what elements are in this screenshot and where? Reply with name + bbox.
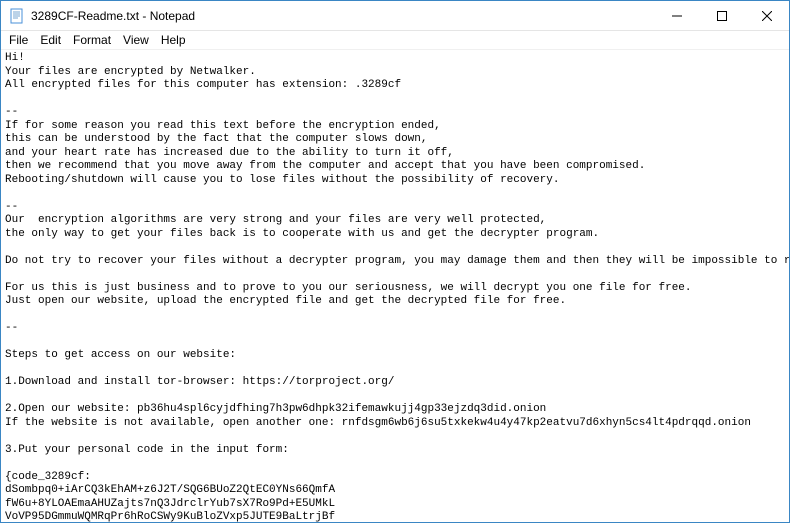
menu-format[interactable]: Format xyxy=(67,32,117,48)
menu-view[interactable]: View xyxy=(117,32,155,48)
menubar: File Edit Format View Help xyxy=(1,31,789,50)
maximize-button[interactable] xyxy=(699,1,744,30)
titlebar: 3289CF-Readme.txt - Notepad xyxy=(1,1,789,31)
close-button[interactable] xyxy=(744,1,789,30)
minimize-button[interactable] xyxy=(654,1,699,30)
menu-file[interactable]: File xyxy=(3,32,34,48)
notepad-window: 3289CF-Readme.txt - Notepad File Edit Fo… xyxy=(0,0,790,523)
menu-help[interactable]: Help xyxy=(155,32,192,48)
notepad-icon xyxy=(9,8,25,24)
text-area[interactable]: Hi! Your files are encrypted by Netwalke… xyxy=(1,50,789,522)
window-title: 3289CF-Readme.txt - Notepad xyxy=(31,9,654,23)
window-controls xyxy=(654,1,789,30)
menu-edit[interactable]: Edit xyxy=(34,32,67,48)
